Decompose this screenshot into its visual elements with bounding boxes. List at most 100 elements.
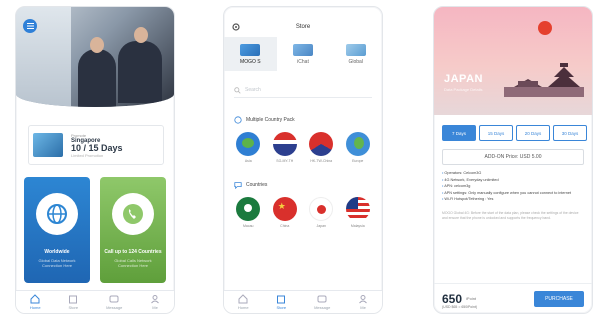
hk-tw-china-flag-icon [309, 132, 334, 156]
section-title: Multiple Country Pack [246, 117, 295, 123]
europe-globe-icon [345, 132, 370, 156]
tab-20-days[interactable]: 20 Days [516, 125, 550, 141]
tab-label: Store [276, 305, 287, 310]
sun-graphic [538, 21, 552, 35]
call-title: Call up to 124 Countries [104, 249, 162, 255]
tab-message[interactable]: Message [314, 294, 330, 310]
store-screen: Store MOGO S iChat Global Search Multipl… [223, 6, 383, 314]
tab-label: Store [68, 305, 79, 310]
status-bar [224, 7, 382, 17]
macau-flag-icon [236, 197, 261, 221]
tab-store[interactable]: Store [68, 294, 78, 310]
tab-30-days[interactable]: 30 Days [553, 125, 587, 141]
promo-line3: 10 / 15 Days [71, 142, 123, 153]
country-china[interactable]: ★ China [268, 197, 302, 228]
store-tabs: MOGO S iChat Global [224, 37, 382, 71]
package-detail-screen: JAPAN Data Package Details 7 Days 15 Day… [433, 6, 593, 314]
country-japan[interactable]: Japan [304, 197, 338, 228]
store-tab-label: Global [348, 58, 363, 65]
country-label: Japan [316, 224, 327, 228]
duration-tabs: 7 Days 15 Days 20 Days 30 Days [442, 125, 592, 141]
japan-flag-icon [309, 197, 334, 221]
multi-country-list: Asia SG-MY-TH HK-TW-China Europe [230, 132, 376, 163]
country-list: Macau ★ China Japan Malaysia [230, 197, 376, 228]
globe-icon [36, 193, 78, 235]
price-unit: iPoint [466, 296, 477, 301]
purchase-button[interactable]: PURCHASE [534, 290, 584, 307]
countries-section: Countries [234, 181, 372, 189]
gear-icon[interactable] [231, 22, 241, 32]
price-conversion: (USD $65 = 650iPoint) [442, 305, 478, 309]
phone-icon [112, 193, 154, 235]
price-value: 650 [442, 291, 463, 306]
pack-label: Asia [244, 159, 252, 163]
search-icon [234, 86, 241, 94]
search-placeholder: Search [245, 87, 261, 93]
tab-mogo-s[interactable]: MOGO S [224, 37, 277, 71]
tab-label: Me [360, 305, 366, 310]
pack-asia[interactable]: Asia [231, 132, 265, 163]
tab-me[interactable]: Me [150, 294, 160, 310]
search-input[interactable]: Search [234, 83, 372, 98]
page-title: Store [295, 24, 311, 30]
tab-ichat[interactable]: iChat [277, 37, 330, 71]
section-title: Countries [246, 182, 268, 188]
country-malaysia[interactable]: Malaysia [341, 197, 375, 228]
store-tab-label: MOGO S [240, 58, 261, 65]
country-title: JAPAN [444, 73, 483, 85]
call-card[interactable]: Call up to 124 Countries Global Calls Ne… [100, 177, 166, 283]
worldwide-card[interactable]: Worldwide Global Data Network Connection… [24, 177, 90, 283]
tab-label: Message [314, 305, 331, 310]
china-flag-icon: ★ [272, 197, 297, 221]
globe-icon [234, 116, 242, 124]
tab-7-days[interactable]: 7 Days [442, 125, 476, 141]
hamburger-icon[interactable] [23, 19, 37, 33]
country-label: Malaysia [350, 224, 365, 228]
malaysia-flag-icon [345, 197, 370, 221]
home-icon [30, 294, 40, 304]
tab-label: Home [29, 305, 41, 310]
bottom-tab-bar: Home Store Message Me [16, 290, 174, 313]
promo-banner[interactable]: Promote Singapore 10 / 15 Days Limited P… [28, 125, 164, 165]
tab-global[interactable]: Global [329, 37, 382, 71]
pack-label: Europe [352, 159, 364, 163]
pack-hk-tw-china[interactable]: HK-TW-China [304, 132, 338, 163]
tab-me[interactable]: Me [358, 294, 368, 310]
tab-home[interactable]: Home [238, 294, 249, 310]
message-icon [317, 295, 327, 303]
tab-label: Home [237, 305, 249, 310]
user-icon [151, 295, 159, 304]
worldwide-title: Worldwide [44, 249, 70, 255]
multi-country-section: Multiple Country Pack [234, 116, 372, 124]
home-icon [238, 294, 248, 304]
country-label: China [280, 224, 290, 228]
pack-europe[interactable]: Europe [341, 132, 375, 163]
pack-label: HK-TW-China [310, 159, 333, 163]
tab-home[interactable]: Home [30, 294, 41, 310]
pack-sg-my-th[interactable]: SG-MY-TH [268, 132, 302, 163]
store-tab-label: iChat [297, 58, 309, 65]
call-subtitle: Global Calls Network Connection Here [114, 258, 152, 268]
home-screen: Promote Singapore 10 / 15 Days Limited P… [15, 6, 175, 314]
tab-message[interactable]: Message [106, 294, 122, 310]
store-header: Store [224, 17, 382, 37]
temple-illustration [504, 63, 584, 97]
tab-label: Me [152, 305, 158, 310]
user-icon [359, 295, 367, 304]
chat-bubble-icon [234, 182, 242, 189]
addon-price[interactable]: ADD-ON Price: USD 5.00 [442, 149, 584, 165]
japan-hero-image: JAPAN Data Package Details [434, 7, 592, 115]
tab-label: Message [106, 305, 123, 310]
country-macau[interactable]: Macau [231, 197, 265, 228]
tab-15-days[interactable]: 15 Days [479, 125, 513, 141]
promo-line4: Limited Promotion [71, 152, 104, 158]
bottom-tab-bar: Home Store Message Me [224, 290, 382, 313]
tab-store[interactable]: Store [276, 294, 286, 310]
pack-label: SG-MY-TH [276, 159, 294, 163]
country-label: Macau [242, 224, 254, 228]
status-bar [434, 7, 592, 17]
sim-card-icon [345, 43, 366, 56]
sg-my-th-flag-icon [272, 132, 297, 156]
hero-banner [16, 7, 174, 107]
message-icon [109, 295, 119, 303]
